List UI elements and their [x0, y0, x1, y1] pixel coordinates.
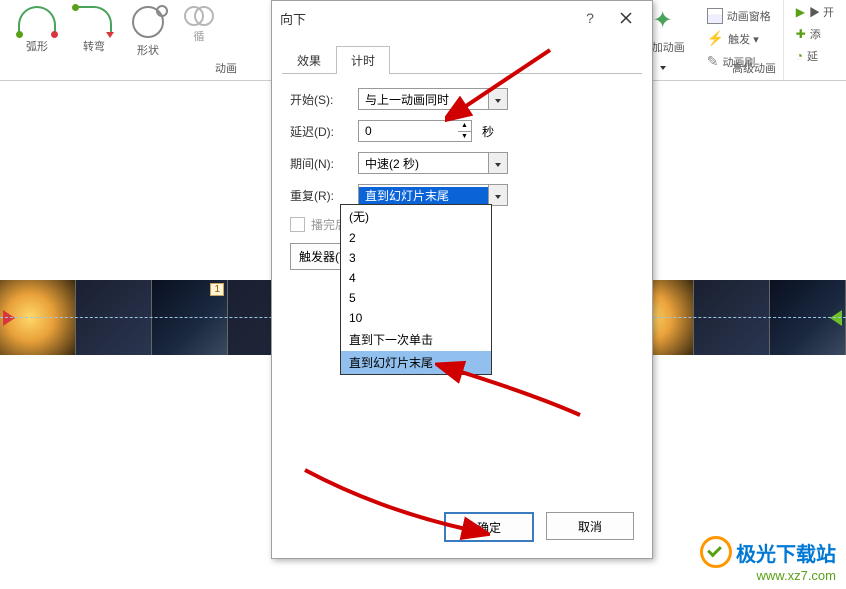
dropdown-button[interactable] [488, 153, 507, 173]
tab-effect[interactable]: 效果 [282, 46, 336, 74]
timing-form: 开始(S): 与上一动画同时 延迟(D): 0 ▲ ▼ 秒 期间(N): 中速(… [272, 74, 652, 284]
chevron-down-icon [660, 59, 666, 73]
watermark-url: www.xz7.com [700, 568, 836, 583]
duration-dropdown-value: 中速(2 秒) [359, 155, 488, 172]
ok-button[interactable]: 确定 [444, 512, 534, 542]
pane-icon [707, 8, 723, 24]
play-icon: ▶ [796, 5, 805, 19]
dialog-titlebar: 向下 ? [272, 1, 652, 35]
tab-timing[interactable]: 计时 [336, 46, 390, 74]
delay-spinner[interactable]: ▲ ▼ [458, 120, 472, 142]
repeat-dropdown-list: (无) 2 3 4 5 10 直到下一次单击 直到幻灯片末尾 [340, 204, 492, 375]
spinner-down-button[interactable]: ▼ [458, 132, 471, 142]
motion-shape-label: 形状 [137, 42, 159, 58]
animation-pane-label: 动画窗格 [727, 8, 771, 24]
timing-duration-label: 添 [810, 26, 821, 42]
shape-icon [132, 6, 164, 38]
repeat-option-until-click[interactable]: 直到下一次单击 [341, 328, 491, 351]
ok-button-label: 确定 [477, 519, 501, 536]
watermark: 极光下载站 www.xz7.com [700, 536, 836, 583]
repeat-option-until-end[interactable]: 直到幻灯片末尾 [341, 351, 491, 374]
duration-dropdown[interactable]: 中速(2 秒) [358, 152, 508, 174]
dialog-close-button[interactable] [608, 4, 644, 32]
timing-start-label: ▶ 开 [809, 4, 834, 20]
delay-input[interactable]: 0 [358, 120, 458, 142]
start-marker-icon [3, 310, 15, 326]
rewind-checkbox[interactable] [290, 217, 305, 232]
add-animation-icon: ✦ [653, 6, 673, 35]
ribbon-group-advanced: 高级动画 [732, 60, 776, 78]
timing-duration-row[interactable]: ✚ 添 [792, 24, 825, 44]
repeat-dropdown-value: 直到幻灯片末尾 [359, 187, 488, 204]
dropdown-button[interactable] [488, 89, 507, 109]
motion-arc[interactable]: 弧形 [8, 4, 66, 56]
seconds-label: 秒 [482, 123, 494, 140]
end-marker-icon [830, 310, 842, 326]
brush-icon: ✎ [707, 53, 719, 70]
timing-dialog: 向下 ? 效果 计时 开始(S): 与上一动画同时 延迟(D): 0 ▲ ▼ [271, 0, 653, 559]
duration-label: 期间(N): [290, 155, 348, 172]
turn-icon [76, 6, 112, 34]
start-label: 开始(S): [290, 91, 348, 108]
animation-pane-button[interactable]: 动画窗格 [703, 6, 775, 26]
trigger-button[interactable]: ⚡ 触发 ▾ [703, 28, 775, 49]
motion-shape[interactable]: 形状 [122, 4, 174, 60]
dialog-button-row: 确定 取消 [272, 500, 652, 558]
watermark-title: 极光下载站 [736, 538, 836, 567]
repeat-option-3[interactable]: 3 [341, 248, 491, 268]
loop-icon [184, 6, 214, 24]
repeat-option-5[interactable]: 5 [341, 288, 491, 308]
chevron-down-icon [495, 156, 501, 170]
repeat-option-4[interactable]: 4 [341, 268, 491, 288]
timing-delay-row[interactable]: ◔ 延 [792, 46, 822, 66]
motion-loop-label: 循 [194, 28, 205, 44]
close-icon [620, 12, 632, 24]
plus-icon: ✚ [796, 27, 806, 41]
delay-label: 延迟(D): [290, 123, 348, 140]
timing-delay-label: 延 [807, 48, 818, 64]
dropdown-button[interactable] [488, 185, 507, 205]
clock-icon: ◔ [796, 49, 803, 63]
dialog-title: 向下 [280, 9, 572, 28]
repeat-option-2[interactable]: 2 [341, 228, 491, 248]
cancel-button-label: 取消 [578, 518, 602, 535]
delay-value: 0 [365, 124, 372, 138]
repeat-dropdown[interactable]: 直到幻灯片末尾 [358, 184, 508, 206]
motion-loop[interactable]: 循 [174, 4, 224, 46]
dialog-tabs: 效果 计时 [272, 35, 652, 73]
dialog-help-button[interactable]: ? [572, 4, 608, 32]
repeat-option-none[interactable]: (无) [341, 205, 491, 228]
bolt-icon: ⚡ [707, 30, 724, 47]
watermark-logo-icon [700, 536, 732, 568]
trigger-label: 触发 ▾ [728, 31, 759, 47]
chevron-down-icon [495, 92, 501, 106]
motion-arc-label: 弧形 [26, 38, 48, 54]
start-dropdown[interactable]: 与上一动画同时 [358, 88, 508, 110]
arc-icon [18, 6, 56, 34]
spinner-up-button[interactable]: ▲ [458, 121, 471, 132]
start-dropdown-value: 与上一动画同时 [359, 91, 488, 108]
motion-turn[interactable]: 转弯 [66, 4, 122, 56]
repeat-option-10[interactable]: 10 [341, 308, 491, 328]
cancel-button[interactable]: 取消 [546, 512, 634, 540]
chevron-down-icon [495, 188, 501, 202]
animation-index-badge: 1 [210, 283, 224, 296]
repeat-label: 重复(R): [290, 187, 348, 204]
ribbon-group-animation: 动画 [215, 60, 237, 78]
timing-start-row[interactable]: ▶ ▶ 开 [792, 2, 838, 22]
motion-turn-label: 转弯 [83, 38, 105, 54]
